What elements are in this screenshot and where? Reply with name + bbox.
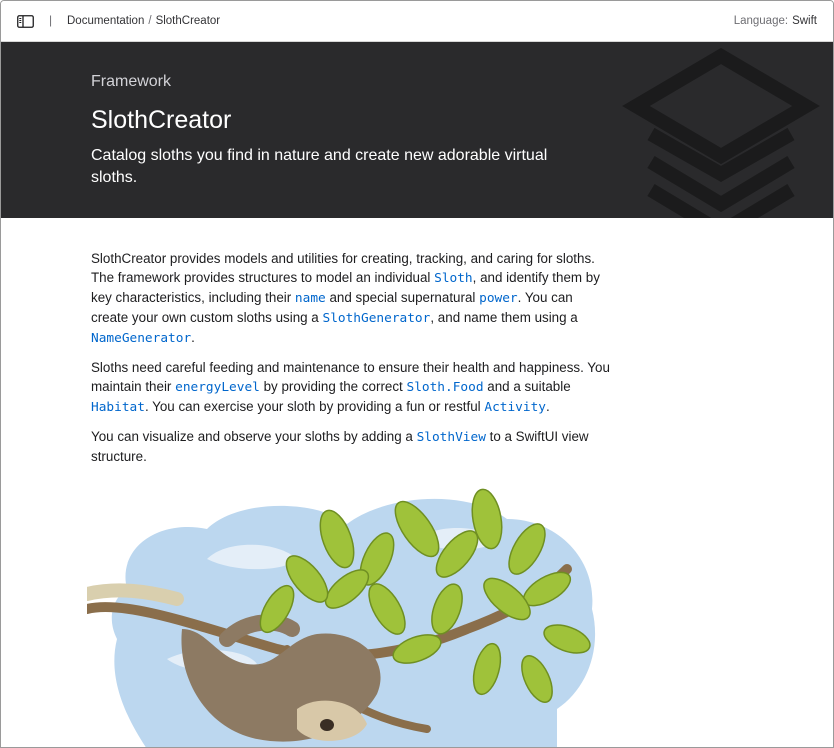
symbol-link-sloth[interactable]: Sloth — [434, 271, 473, 286]
hero-eyebrow: Framework — [91, 73, 172, 90]
breadcrumb-documentation[interactable]: Documentation — [67, 15, 144, 27]
symbol-link-habitat[interactable]: Habitat — [91, 400, 145, 415]
language-label: Language: — [733, 15, 789, 27]
hero-banner: Framework SlothCreator Catalog sloths yo… — [1, 42, 833, 218]
browser-window: | Documentation / SlothCreator Language:… — [0, 0, 834, 748]
symbol-link-activity[interactable]: Activity — [484, 400, 546, 415]
language-value[interactable]: Swift — [792, 15, 817, 27]
text: and a suitable — [483, 379, 571, 394]
text: . — [191, 330, 195, 345]
symbol-link-sloth-food[interactable]: Sloth.Food — [406, 380, 483, 395]
text: . You can exercise your sloth by providi… — [144, 399, 485, 414]
sidebar-toggle-icon[interactable] — [17, 15, 34, 28]
text: by providing the correct — [259, 379, 407, 394]
overview-paragraph-2: Sloths need careful feeding and maintena… — [91, 358, 611, 417]
page-abstract: Catalog sloths you find in nature and cr… — [91, 147, 548, 186]
breadcrumb-slothcreator[interactable]: SlothCreator — [156, 15, 221, 27]
nav-separator: | — [49, 13, 53, 27]
symbol-link-slothgenerator[interactable]: SlothGenerator — [322, 311, 430, 326]
text: . — [546, 399, 550, 414]
symbol-link-energylevel[interactable]: energyLevel — [175, 380, 260, 395]
overview-paragraph-3: You can visualize and observe your sloth… — [91, 427, 611, 466]
symbol-link-slothview[interactable]: SlothView — [417, 430, 486, 445]
text: You can visualize and observe your sloth… — [91, 429, 417, 444]
text: , and name them using a — [430, 310, 578, 325]
framework-layers-icon — [622, 47, 820, 218]
language-toggle: Language: Swift — [734, 15, 817, 27]
breadcrumb-slash: / — [148, 15, 152, 27]
symbol-link-namegenerator[interactable]: NameGenerator — [91, 331, 191, 346]
overview-paragraph-1: SlothCreator provides models and utiliti… — [91, 249, 611, 348]
page-title: SlothCreator — [91, 106, 232, 134]
breadcrumb: Documentation / SlothCreator — [67, 15, 220, 27]
sloth-illustration — [87, 488, 596, 747]
symbol-link-power[interactable]: power — [479, 291, 518, 306]
overview-content: SlothCreator provides models and utiliti… — [91, 249, 611, 476]
symbol-link-name[interactable]: name — [295, 291, 326, 306]
documentation-navbar: | Documentation / SlothCreator Language:… — [1, 1, 833, 42]
text: and special supernatural — [325, 290, 480, 305]
